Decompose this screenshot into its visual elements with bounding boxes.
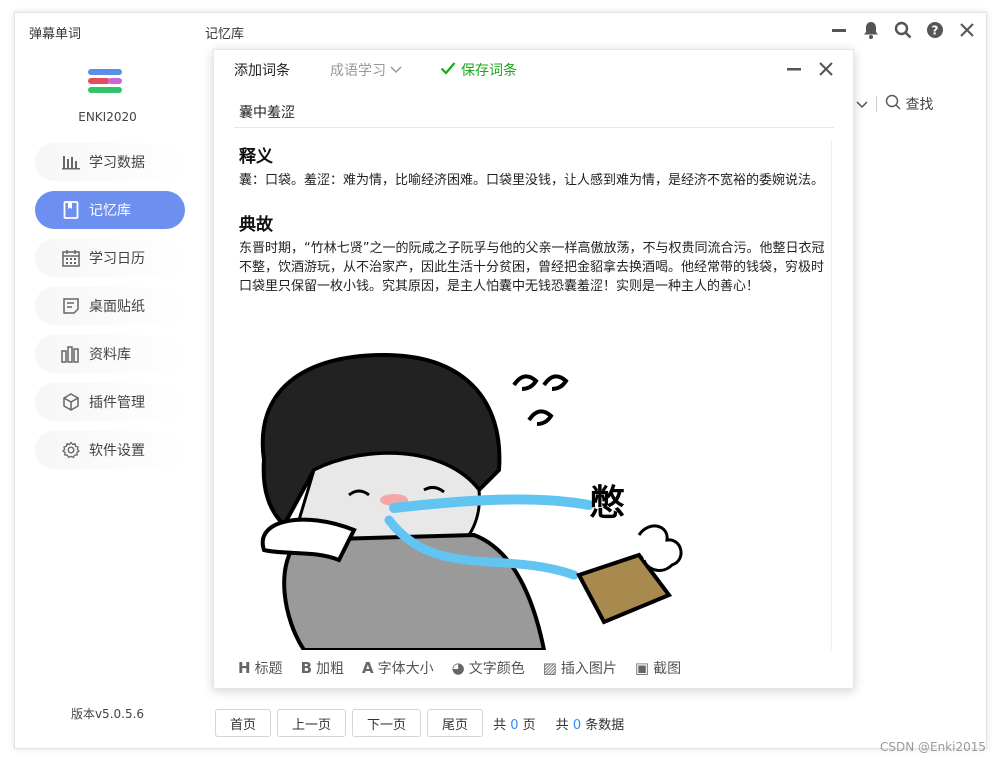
section-text: 囊：口袋。羞涩：难为情，比喻经济困难。口袋里没钱，让人感到难为情，是经济不宽裕的… [239, 173, 825, 188]
next-page-button[interactable]: 下一页 [352, 709, 422, 737]
total-rows: 共 0 条数据 [555, 717, 625, 733]
add-entry-dialog: 添加词条 成语学习 保存词条 释义 囊：口袋。羞涩：难为情，比喻经济困难。口袋里… [213, 49, 854, 689]
app-logo [88, 69, 122, 97]
sidebar-item-library[interactable]: 资料库 [35, 335, 185, 373]
editor-toolbar: H 标题 B 加粗 A 字体大小 ◕ 文字颜色 ▨ 插入图片 ▣ 截图 [238, 658, 681, 678]
sidebar-item-study-data[interactable]: 学习数据 [35, 143, 185, 181]
plugin-cube-icon [61, 392, 81, 412]
calendar-icon [61, 248, 81, 268]
bell-icon[interactable] [860, 19, 882, 41]
section-heading: 典故 [239, 215, 273, 235]
search-icon[interactable] [892, 19, 914, 41]
gear-icon [61, 440, 81, 460]
sidebar-item-label: 学习数据 [89, 155, 145, 171]
page-title: 记忆库 [205, 27, 245, 42]
total-pages: 共 0 页 [493, 717, 536, 733]
category-dropdown[interactable]: 成语学习 [330, 60, 402, 80]
font-size-button[interactable]: A 字体大小 [362, 658, 434, 678]
sidebar-item-study-calendar[interactable]: 学习日历 [35, 239, 185, 277]
sidebar-item-label: 记忆库 [89, 203, 131, 219]
pagination: 首页 上一页 下一页 尾页 共 0 页 共 0 条数据 [215, 709, 624, 737]
app-title: 弹幕单词 [29, 27, 82, 42]
meme-text: 憋 [589, 483, 625, 524]
word-input[interactable] [234, 96, 834, 128]
version-label: 版本v5.0.5.6 [70, 707, 145, 721]
heading-icon: H [238, 659, 251, 677]
bar-chart-icon [61, 152, 81, 172]
watermark: CSDN @Enki2015 [879, 740, 986, 754]
palette-icon: ◕ [451, 659, 465, 677]
sidebar-item-label: 插件管理 [89, 395, 145, 411]
sidebar-item-memory-bank[interactable]: 记忆库 [35, 191, 185, 229]
search-icon [885, 94, 901, 114]
bold-icon: B [300, 659, 312, 677]
save-entry-button[interactable]: 保存词条 [440, 60, 517, 80]
divider [876, 96, 878, 112]
sidebar-item-label: 学习日历 [89, 251, 145, 267]
username: ENKI2020 [78, 110, 137, 124]
svg-text:?: ? [932, 24, 939, 38]
help-icon[interactable]: ? [924, 19, 946, 41]
text-color-button[interactable]: ◕ 文字颜色 [452, 658, 525, 678]
sidebar-item-label: 资料库 [89, 347, 131, 363]
sidebar-nav: 学习数据 记忆库 学习日历 桌面贴纸 资料库 插件管理 软件设置 [35, 143, 185, 479]
sidebar-item-desktop-sticker[interactable]: 桌面贴纸 [35, 287, 185, 325]
chevron-down-icon [856, 97, 868, 113]
screenshot-button[interactable]: ▣ 截图 [635, 658, 681, 678]
screenshot-icon: ▣ [634, 659, 650, 677]
note-icon [61, 296, 81, 316]
section-heading: 释义 [239, 147, 273, 167]
font-size-icon: A [362, 659, 374, 677]
dialog-header: 添加词条 成语学习 保存词条 [214, 50, 853, 90]
minimize-icon[interactable] [828, 19, 850, 41]
close-icon[interactable] [956, 19, 978, 41]
sidebar-item-plugins[interactable]: 插件管理 [35, 383, 185, 421]
last-page-button[interactable]: 尾页 [427, 709, 484, 737]
section-text: 东晋时期，“竹林七贤”之一的阮咸之子阮孚与他的父亲一样高傲放荡，不与权贵同流合污… [239, 241, 825, 294]
insert-image-button[interactable]: ▨ 插入图片 [543, 658, 617, 678]
sidebar-item-label: 软件设置 [89, 443, 145, 459]
check-icon [440, 61, 456, 79]
first-page-button[interactable]: 首页 [215, 709, 272, 737]
window-controls: ? [828, 19, 978, 41]
book-icon [61, 200, 81, 220]
rich-text-editor[interactable]: 释义 囊：口袋。羞涩：难为情，比喻经济困难。口袋里没钱，让人感到难为情，是经济不… [234, 140, 832, 650]
search-button[interactable]: 查找 [885, 94, 933, 114]
dialog-title: 添加词条 [234, 63, 290, 79]
dialog-controls [785, 60, 835, 78]
meme-image: 憋 [260, 352, 683, 650]
chevron-down-icon [390, 62, 402, 78]
heading-button[interactable]: H 标题 [238, 658, 283, 678]
close-icon[interactable] [817, 60, 835, 78]
library-icon [61, 344, 81, 364]
sidebar-item-label: 桌面贴纸 [89, 299, 145, 315]
bold-button[interactable]: B 加粗 [301, 658, 344, 678]
sidebar: ENKI2020 学习数据 记忆库 学习日历 桌面贴纸 资料库 插件管理 软件设… [15, 53, 200, 748]
prev-page-button[interactable]: 上一页 [277, 709, 347, 737]
image-icon: ▨ [542, 659, 557, 677]
minimize-icon[interactable] [785, 60, 803, 78]
sidebar-item-settings[interactable]: 软件设置 [35, 431, 185, 469]
